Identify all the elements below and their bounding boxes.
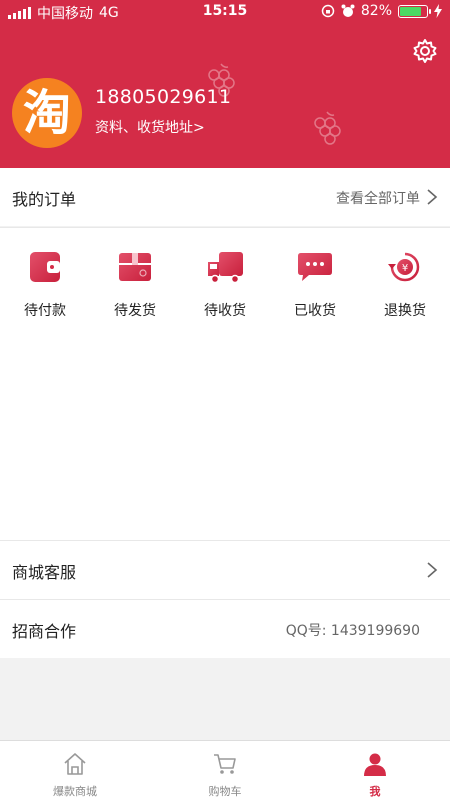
tab-cart[interactable]: 购物车 <box>150 741 300 800</box>
chevron-right-icon <box>427 562 438 578</box>
order-pending-payment[interactable]: 待付款 <box>0 228 90 330</box>
order-label: 待发货 <box>114 303 156 319</box>
tab-label: 购物车 <box>208 785 242 798</box>
partnership-row[interactable]: 招商合作 QQ号: 1439199690 <box>0 600 450 658</box>
view-all-orders-link[interactable]: 查看全部订单 <box>336 188 420 208</box>
cart-icon <box>214 754 236 774</box>
svg-text:¥: ¥ <box>402 263 408 274</box>
battery-fill <box>400 6 422 16</box>
profile-header: 淘 18805029611 资料、收货地址> <box>0 24 450 168</box>
partnership-qq: QQ号: 1439199690 <box>285 623 420 639</box>
orders-title: 我的订单 <box>12 190 77 209</box>
avatar[interactable]: 淘 <box>12 78 82 148</box>
order-label: 已收货 <box>294 303 336 319</box>
profile-address-link[interactable]: 资料、收货地址> <box>95 117 205 137</box>
order-received[interactable]: 已收货 <box>270 228 360 330</box>
tab-me[interactable]: 我 <box>300 741 450 800</box>
orientation-lock-icon <box>321 4 335 18</box>
order-label: 待收货 <box>204 303 246 319</box>
tab-label: 爆款商城 <box>53 785 97 798</box>
battery-icon <box>398 4 431 18</box>
settings-gear-icon[interactable] <box>412 38 438 64</box>
status-bar: 中国移动 4G 15:15 82% <box>0 0 450 24</box>
wallet-icon <box>30 252 60 282</box>
chat-bubble-icon <box>298 253 332 281</box>
order-status-grid: 待付款 待发货 待收货 已收货 ¥ 退换货 <box>0 228 450 330</box>
order-pending-receipt[interactable]: 待收货 <box>180 228 270 330</box>
order-pending-shipment[interactable]: 待发货 <box>90 228 180 330</box>
bottom-tab-bar: 爆款商城 购物车 我 <box>0 740 450 800</box>
truck-icon <box>208 252 243 284</box>
content-blank <box>0 330 450 540</box>
person-icon <box>364 753 386 776</box>
partnership-label: 招商合作 <box>12 622 77 641</box>
customer-service-row[interactable]: 商城客服 <box>0 541 450 599</box>
tab-label: 我 <box>369 785 381 798</box>
orders-header-row[interactable]: 我的订单 查看全部订单 <box>0 168 450 226</box>
package-icon <box>119 253 151 281</box>
chevron-right-icon <box>427 189 438 205</box>
customer-service-label: 商城客服 <box>12 563 77 582</box>
user-phone: 18805029611 <box>95 86 232 108</box>
order-return-exchange[interactable]: ¥ 退换货 <box>360 228 450 330</box>
home-icon <box>64 753 86 775</box>
order-label: 待付款 <box>24 303 66 319</box>
grape-decoration-icon <box>314 111 341 145</box>
status-right: 82% <box>321 3 442 19</box>
battery-percent: 82% <box>360 3 392 19</box>
order-label: 退换货 <box>384 303 426 319</box>
alarm-icon <box>341 4 355 17</box>
tab-home[interactable]: 爆款商城 <box>0 741 150 800</box>
charging-icon <box>434 4 442 18</box>
refund-icon: ¥ <box>388 252 420 282</box>
